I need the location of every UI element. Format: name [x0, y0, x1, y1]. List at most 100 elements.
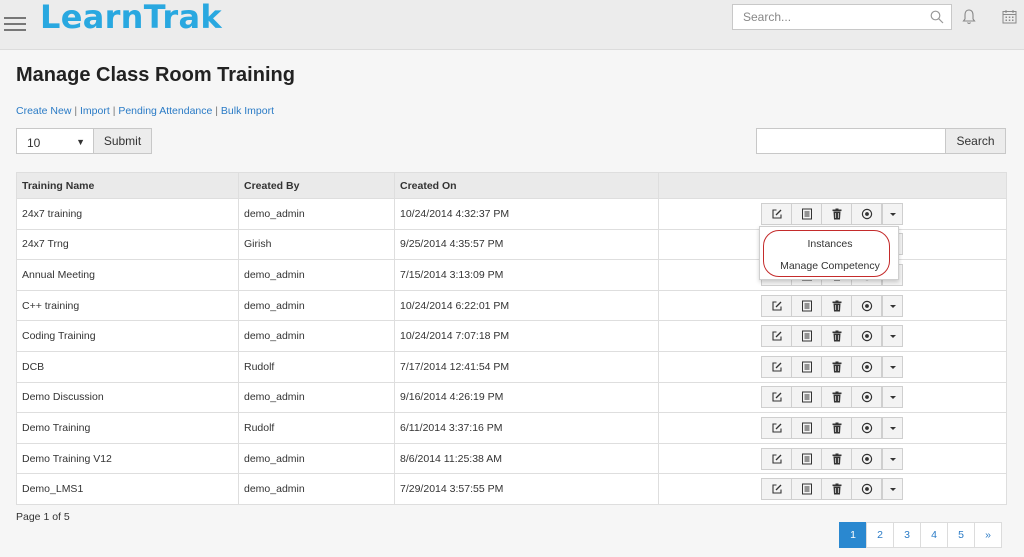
edit-button[interactable] — [761, 386, 792, 409]
hamburger-menu-icon[interactable] — [4, 17, 26, 31]
more-actions-dropdown-button[interactable] — [882, 478, 903, 501]
training-name-cell[interactable]: 24x7 Trng — [16, 228, 239, 261]
edit-button[interactable] — [761, 478, 792, 501]
pending-attendance-link[interactable]: Pending Attendance — [118, 105, 212, 117]
deactivate-button[interactable] — [851, 202, 882, 225]
global-search-input[interactable] — [733, 5, 913, 29]
details-button[interactable] — [791, 416, 822, 439]
details-button[interactable] — [791, 294, 822, 317]
actions-cell — [658, 198, 1007, 230]
pagination: 1 2 3 4 5 » — [839, 522, 1002, 548]
more-actions-dropdown-button[interactable] — [882, 355, 903, 378]
details-button[interactable] — [791, 478, 822, 501]
created-by-cell: Rudolf — [238, 350, 395, 383]
more-actions-dropdown-button[interactable] — [882, 294, 903, 317]
deactivate-button[interactable] — [851, 478, 882, 501]
details-button[interactable] — [791, 355, 822, 378]
column-header-created-on[interactable]: Created On — [394, 172, 659, 199]
training-table: Training Name Created By Created On 24x7… — [16, 172, 1007, 505]
notification-bell-icon[interactable] — [962, 8, 976, 26]
search-icon[interactable] — [930, 10, 944, 24]
deactivate-button[interactable] — [851, 294, 882, 317]
menu-item-manage-competency[interactable]: Manage Competency — [760, 260, 900, 272]
submit-button[interactable]: Submit — [93, 128, 152, 154]
delete-button[interactable] — [821, 447, 852, 470]
search-button[interactable]: Search — [945, 128, 1006, 154]
training-name-cell[interactable]: Demo Training — [16, 412, 239, 444]
column-header-created-by[interactable]: Created By — [238, 172, 395, 199]
edit-button[interactable] — [761, 416, 792, 439]
details-button[interactable] — [791, 386, 822, 409]
page-button[interactable]: 5 — [947, 522, 975, 548]
table-search-input[interactable] — [757, 129, 945, 153]
edit-button[interactable] — [761, 294, 792, 317]
page-title: Manage Class Room Training — [16, 64, 295, 86]
deactivate-button[interactable] — [851, 325, 882, 348]
deactivate-button[interactable] — [851, 355, 882, 378]
training-name-cell[interactable]: Annual Meeting — [16, 259, 239, 291]
delete-button[interactable] — [821, 416, 852, 439]
table-row: 24x7 training demo_admin 10/24/2014 4:32:3… — [16, 198, 1007, 230]
delete-button[interactable] — [821, 202, 852, 225]
more-actions-dropdown-button[interactable] — [882, 416, 903, 439]
caret-down-icon — [890, 212, 896, 216]
edit-button[interactable] — [761, 202, 792, 225]
row-action-group — [761, 478, 903, 501]
page-button[interactable]: 2 — [866, 522, 894, 548]
bulk-import-link[interactable]: Bulk Import — [221, 105, 274, 117]
details-button[interactable] — [791, 325, 822, 348]
page-button[interactable]: 4 — [920, 522, 948, 548]
details-button[interactable] — [791, 447, 822, 470]
next-page-button[interactable]: » — [974, 522, 1002, 548]
training-name-cell[interactable]: C++ training — [16, 289, 239, 322]
created-by-cell: demo_admin — [238, 198, 395, 230]
deactivate-button[interactable] — [851, 447, 882, 470]
link-separator: | — [71, 105, 81, 117]
details-button[interactable] — [791, 202, 822, 225]
more-actions-dropdown-button[interactable] — [882, 447, 903, 470]
created-on-cell: 10/24/2014 4:32:37 PM — [394, 198, 659, 230]
delete-button[interactable] — [821, 386, 852, 409]
edit-button[interactable] — [761, 355, 792, 378]
edit-button[interactable] — [761, 447, 792, 470]
deactivate-button[interactable] — [851, 386, 882, 409]
column-header-training-name[interactable]: Training Name — [16, 172, 239, 199]
page-button[interactable]: 3 — [893, 522, 921, 548]
training-name-cell[interactable]: Coding Training — [16, 320, 239, 352]
row-action-group — [761, 294, 903, 317]
delete-button[interactable] — [821, 355, 852, 378]
delete-button[interactable] — [821, 325, 852, 348]
training-name-cell[interactable]: DCB — [16, 350, 239, 383]
created-on-cell: 7/15/2014 3:13:09 PM — [394, 259, 659, 291]
calendar-icon[interactable] — [1002, 9, 1017, 24]
app-logo[interactable]: LearnTrak — [40, 0, 222, 36]
training-name-cell[interactable]: Demo_LMS1 — [16, 473, 239, 505]
delete-button[interactable] — [821, 478, 852, 501]
create-new-link[interactable]: Create New — [16, 105, 71, 117]
training-name-cell[interactable]: Demo Discussion — [16, 381, 239, 414]
deactivate-button[interactable] — [851, 416, 882, 439]
training-name-cell[interactable]: 24x7 training — [16, 198, 239, 230]
more-actions-dropdown-button[interactable] — [882, 325, 903, 348]
delete-button[interactable] — [821, 294, 852, 317]
created-on-cell: 8/6/2014 11:25:38 AM — [394, 442, 659, 475]
caret-down-icon — [890, 335, 896, 339]
row-actions-dropdown: Instances Manage Competency — [759, 226, 899, 280]
more-actions-dropdown-button[interactable] — [882, 202, 903, 225]
actions-cell — [658, 412, 1007, 444]
import-link[interactable]: Import — [80, 105, 110, 117]
edit-button[interactable] — [761, 325, 792, 348]
more-actions-dropdown-button[interactable] — [882, 386, 903, 409]
created-by-cell: demo_admin — [238, 442, 395, 475]
table-row: Demo Training V12 demo_admin 8/6/2014 11:2… — [16, 442, 1007, 475]
created-by-cell: demo_admin — [238, 381, 395, 414]
page-size-value: 10 — [27, 136, 41, 150]
top-bar: LearnTrak — [0, 0, 1024, 50]
training-name-cell[interactable]: Demo Training V12 — [16, 442, 239, 475]
column-header-actions — [658, 172, 1007, 199]
menu-item-instances[interactable]: Instances — [760, 238, 900, 250]
page-size-select[interactable]: 10 ▼ — [16, 128, 94, 154]
caret-down-icon — [890, 304, 896, 308]
link-separator: | — [212, 105, 221, 117]
page-button[interactable]: 1 — [839, 522, 867, 548]
